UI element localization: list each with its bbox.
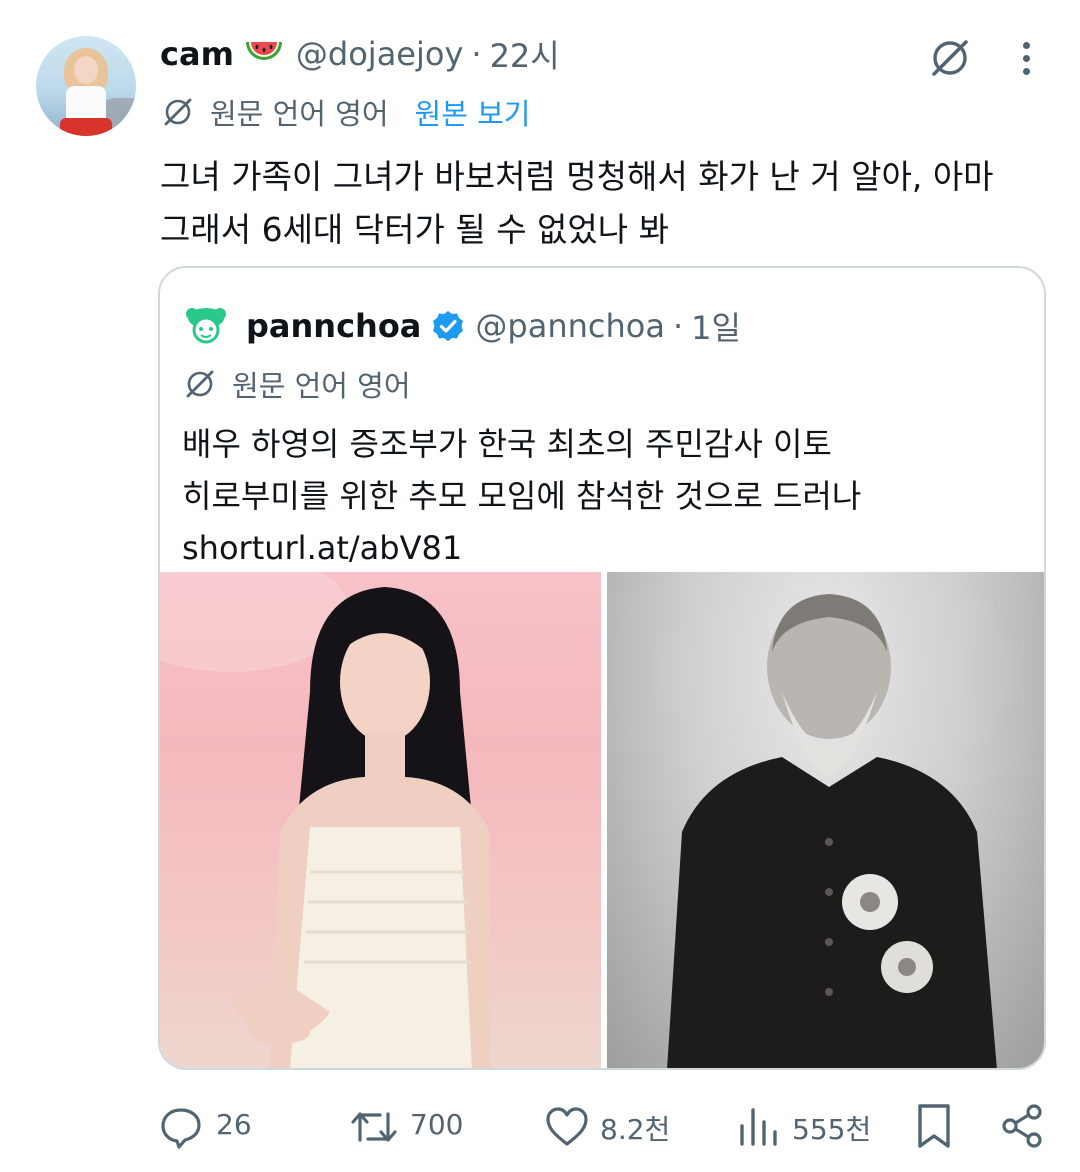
more-options-icon[interactable] [1008,34,1044,82]
pannchoa-avatar-icon[interactable] [182,304,230,348]
quoted-media-grid [160,572,1044,1068]
show-original-link[interactable]: 원본 보기 [415,91,531,133]
translate-icon [164,98,192,126]
repost-icon[interactable] [348,1104,400,1150]
quoted-translation-notice: 원문 언어 영어 [182,364,411,404]
author-name[interactable]: cam [160,35,234,73]
tweet-text-line: 그녀 가족이 그녀가 바보처럼 멍청해서 화가 난 거 알아, 아마 [160,157,994,196]
grok-icon[interactable] [926,34,974,82]
translation-source-label: 원문 언어 영어 [210,97,389,131]
views-count[interactable]: 555천 [792,1108,871,1148]
author-handle[interactable]: @dojaejoy [296,35,463,73]
like-count[interactable]: 8.2천 [600,1108,670,1148]
share-icon[interactable] [998,1102,1046,1150]
repost-count[interactable]: 700 [410,1108,463,1141]
verified-badge-icon [433,311,464,341]
author-avatar[interactable] [36,36,136,136]
reply-count[interactable]: 26 [216,1108,252,1141]
quoted-tweet-body: 배우 하영의 증조부가 한국 최초의 주민감사 이토 히로부미를 위한 추모 모… [182,418,1032,574]
actress-photo-illustration [160,572,490,1068]
translate-icon [186,370,214,398]
like-icon[interactable] [544,1104,590,1150]
tweet-body: 그녀 가족이 그녀가 바보처럼 멍청해서 화가 난 거 알아, 아마 그래서 6… [160,150,1050,256]
quoted-translation-source-label: 원문 언어 영어 [232,369,411,403]
quoted-author-handle[interactable]: @pannchoa [475,307,665,345]
avatar-top [66,86,106,120]
bookmark-icon[interactable] [912,1102,956,1150]
quoted-text-line: 배우 하영의 증조부가 한국 최초의 주민감사 이토 [182,425,832,463]
quoted-tweet-card[interactable]: pannchoa @pannchoa · 1일 원문 언어 영어 배우 하영의 … [158,266,1046,1070]
historical-portrait-photo[interactable] [607,572,1044,1068]
quoted-tweet-time[interactable]: 1일 [691,303,741,349]
quoted-author-name[interactable]: pannchoa [246,307,421,345]
quoted-tweet-header: pannchoa @pannchoa · 1일 [182,304,741,348]
actress-photo[interactable] [160,572,601,1068]
tweet-header: cam @dojaejoy · 22시 [160,31,560,77]
quoted-text-line: 히로부미를 위한 추모 모임에 참석한 것으로 드러나 [182,477,862,515]
views-icon[interactable] [736,1104,780,1150]
avatar-face [74,56,98,84]
watermelon-emoji-icon [245,42,282,60]
separator-dot: · [471,35,482,73]
avatar-skirt [60,118,112,136]
separator-dot: · [672,307,684,345]
tweet-text-line: 그래서 6세대 닥터가 될 수 없었나 봐 [160,210,669,249]
translation-notice: 원문 언어 영어 원본 보기 [160,92,530,132]
historical-portrait-illustration [667,594,997,1068]
reply-icon[interactable] [158,1104,204,1150]
tweet-time[interactable]: 22시 [490,31,560,77]
quoted-link[interactable]: shorturl.at/abV81 [182,522,1032,574]
